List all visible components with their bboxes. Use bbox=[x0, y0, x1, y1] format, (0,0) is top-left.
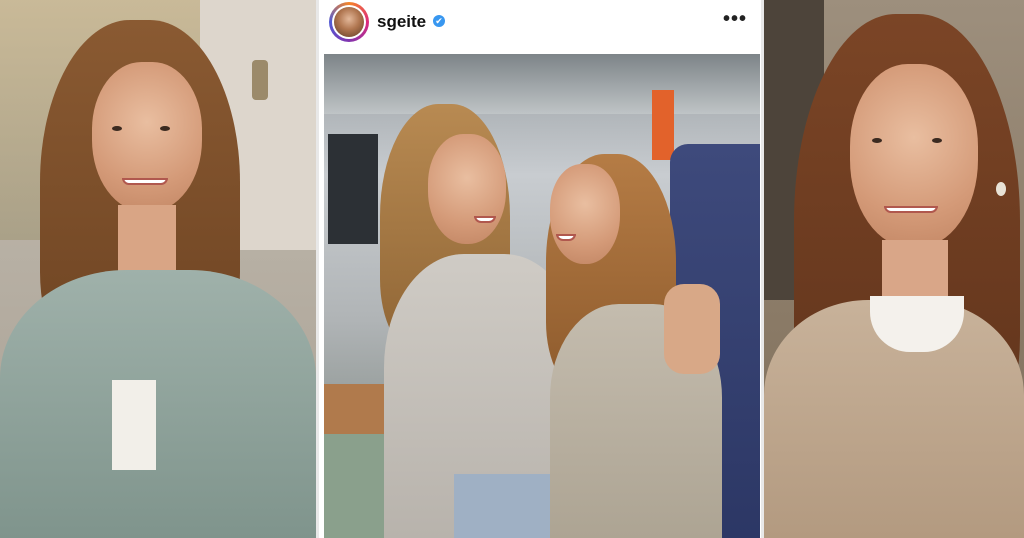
white-top bbox=[112, 380, 156, 470]
green-blazer bbox=[0, 270, 316, 538]
person2-arm bbox=[664, 284, 720, 374]
person2-face bbox=[550, 164, 620, 264]
post-username[interactable]: sgeite bbox=[377, 12, 426, 32]
wall-lamp bbox=[252, 60, 268, 100]
right-photo bbox=[764, 0, 1024, 538]
profile-avatar[interactable] bbox=[329, 2, 369, 42]
face bbox=[92, 62, 202, 212]
left-photo bbox=[0, 0, 316, 538]
avatar-photo bbox=[334, 7, 364, 37]
mouth bbox=[884, 206, 938, 213]
instagram-post: sgeite ✔ ••• bbox=[316, 0, 764, 538]
ceiling bbox=[324, 54, 760, 114]
post-photo[interactable] bbox=[324, 54, 760, 538]
post-header: sgeite ✔ ••• bbox=[319, 0, 761, 48]
mouth bbox=[122, 178, 168, 185]
person1-mouth bbox=[474, 216, 496, 223]
eye-left bbox=[872, 138, 882, 143]
person1-face bbox=[428, 134, 506, 244]
earring bbox=[996, 182, 1006, 196]
face bbox=[850, 64, 978, 248]
verified-badge-icon: ✔ bbox=[433, 15, 445, 27]
eye-right bbox=[932, 138, 942, 143]
orange-item bbox=[652, 90, 674, 160]
tv-screen bbox=[328, 134, 378, 244]
eye-right bbox=[160, 126, 170, 131]
eye-left bbox=[112, 126, 122, 131]
more-options-icon[interactable]: ••• bbox=[723, 8, 747, 31]
avatar-ring-inner bbox=[332, 5, 366, 39]
